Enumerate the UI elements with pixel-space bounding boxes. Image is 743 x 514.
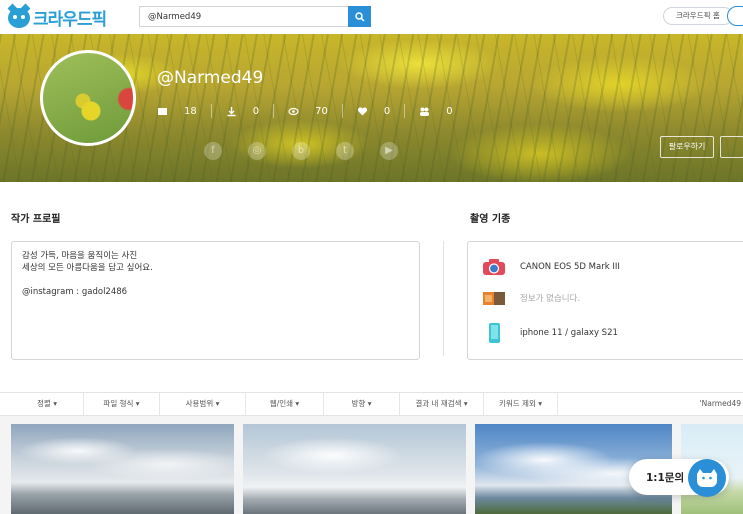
stat-likes: 0 xyxy=(357,104,406,118)
profile-stats: 18 0 70 0 0 xyxy=(157,104,481,118)
phone-model: iphone 11 / galaxy S21 xyxy=(520,328,618,338)
filter-exclude-keyword[interactable]: 키워드 제외 ▾ xyxy=(484,393,558,415)
photos-icon xyxy=(158,107,167,115)
filter-usage[interactable]: 사용범위 ▾ xyxy=(160,393,246,415)
gear-phone: iphone 11 / galaxy S21 xyxy=(482,322,618,344)
youtube-icon[interactable]: ▶ xyxy=(380,142,398,160)
lens-info: 정보가 없습니다. xyxy=(520,294,581,304)
camera-icon xyxy=(483,259,505,275)
chat-label: 1:1문의 xyxy=(646,471,685,484)
logo-text: 크라우드픽 xyxy=(33,10,107,30)
search-button[interactable] xyxy=(348,6,371,27)
stat-followers-value: 0 xyxy=(446,105,453,117)
photo-thumbnail[interactable] xyxy=(11,424,234,514)
photo-thumbnail[interactable] xyxy=(243,424,466,514)
film-icon xyxy=(483,292,505,305)
download-icon xyxy=(227,106,236,116)
gear-title: 촬영 기종 xyxy=(470,214,511,225)
stat-downloads: 0 xyxy=(226,104,275,118)
menu-button[interactable] xyxy=(727,6,743,26)
camera-model: CANON EOS 5D Mark III xyxy=(520,262,620,272)
stat-downloads-value: 0 xyxy=(252,105,260,117)
profile-title: 작가 프로필 xyxy=(11,214,61,225)
profile-line: 세상의 모든 아름다움을 담고 싶어요. xyxy=(22,263,153,273)
follow-button[interactable]: 팔로우하기 xyxy=(660,136,714,158)
filter-research[interactable]: 결과 내 재검색 ▾ xyxy=(400,393,484,415)
profile-line xyxy=(22,274,409,286)
profile-username: @Narmed49 xyxy=(157,68,264,88)
profile-line: @instagram : gadol2486 xyxy=(22,287,128,297)
chat-cat-icon[interactable] xyxy=(688,459,726,497)
filter-web-print[interactable]: 웹/인쇄 ▾ xyxy=(246,393,324,415)
filter-sort[interactable]: 정렬 ▾ xyxy=(11,393,84,415)
gear-lens: 정보가 없습니다. xyxy=(482,289,580,307)
more-button[interactable] xyxy=(720,136,743,158)
search-icon xyxy=(354,11,365,22)
home-button[interactable]: 크라우드픽 홈 xyxy=(663,7,733,25)
stat-views: 70 xyxy=(288,104,343,118)
filter-bar: 정렬 ▾ 파일 형식 ▾ 사용범위 ▾ 웹/인쇄 ▾ 방향 ▾ 결과 내 재검색… xyxy=(0,392,743,416)
stat-likes-value: 0 xyxy=(383,105,391,117)
search-term-tag: 'Narmed49 xyxy=(699,399,741,408)
stat-photos: 18 xyxy=(157,104,212,118)
phone-icon xyxy=(489,323,500,343)
facebook-icon[interactable]: f xyxy=(204,142,222,160)
search-bar xyxy=(139,6,371,27)
top-bar: 크라우드픽 크라우드픽 홈 xyxy=(0,0,743,34)
gear-camera: CANON EOS 5D Mark III xyxy=(482,258,620,276)
blog-icon[interactable]: b xyxy=(292,142,310,160)
profile-box: 감성 가득, 마음을 움직이는 사진 세상의 모든 아름다움을 담고 싶어요. … xyxy=(11,241,420,360)
twitter-icon[interactable]: t xyxy=(336,142,354,160)
site-logo[interactable]: 크라우드픽 xyxy=(8,5,107,30)
filter-orientation[interactable]: 방향 ▾ xyxy=(324,393,400,415)
stat-views-value: 70 xyxy=(315,105,328,117)
eye-icon xyxy=(288,107,299,115)
followers-icon xyxy=(420,107,430,116)
cat-logo-icon xyxy=(8,7,30,28)
stat-photos-value: 18 xyxy=(184,105,197,117)
filter-file-type[interactable]: 파일 형식 ▾ xyxy=(84,393,160,415)
heart-icon xyxy=(357,106,367,115)
avatar xyxy=(40,50,136,146)
gear-box: CANON EOS 5D Mark III 정보가 없습니다. iphone 1… xyxy=(467,241,743,360)
instagram-icon[interactable]: ◎ xyxy=(248,142,266,160)
profile-banner: @Narmed49 18 0 70 0 0 f ◎ b t ▶ 팔로우하기 xyxy=(0,34,743,182)
profile-line: 감성 가득, 마음을 움직이는 사진 xyxy=(22,251,138,261)
social-links: f ◎ b t ▶ xyxy=(204,142,398,160)
stat-followers: 0 xyxy=(419,104,466,118)
section-divider xyxy=(443,241,444,356)
search-input[interactable] xyxy=(140,7,348,26)
